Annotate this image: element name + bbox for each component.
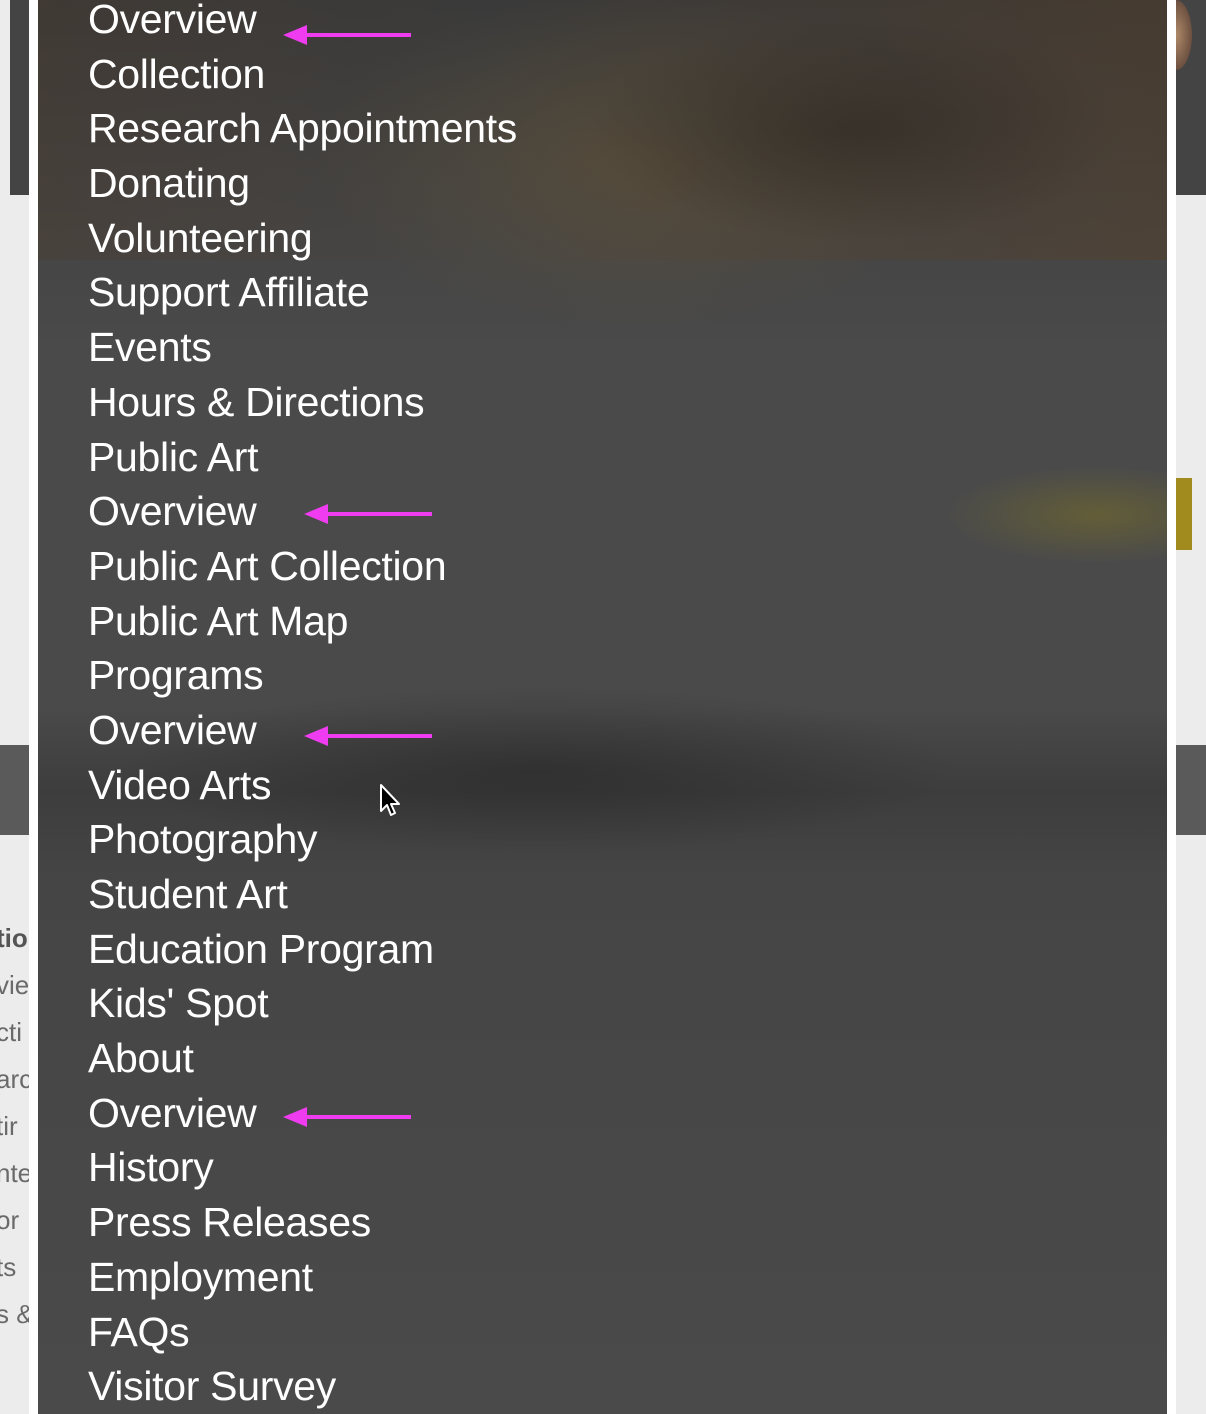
- menu-item-public-art[interactable]: Public Art: [88, 436, 517, 491]
- menu-item-collection[interactable]: Collection: [88, 53, 517, 108]
- background-partial-line: tir: [0, 1111, 18, 1141]
- menu-panel-background: Overview Collection Research Appointment…: [38, 0, 1167, 1414]
- background-partial-line: or: [0, 1205, 20, 1235]
- background-partial-text: tio vie cti arc tir nte or ts s &: [0, 915, 30, 1338]
- menu-item-photography[interactable]: Photography: [88, 818, 517, 873]
- background-page-strip: [10, 0, 30, 195]
- menu-item-support-affiliate[interactable]: Support Affiliate: [88, 271, 517, 326]
- menu-item-programs-overview[interactable]: Overview: [88, 709, 517, 764]
- annotation-arrow-left-icon: [304, 725, 434, 747]
- menu-item-about[interactable]: About: [88, 1037, 517, 1092]
- menu-item-events[interactable]: Events: [88, 326, 517, 381]
- menu-item-press-releases[interactable]: Press Releases: [88, 1201, 517, 1256]
- menu-item-history[interactable]: History: [88, 1146, 517, 1201]
- menu-item-public-art-map[interactable]: Public Art Map: [88, 600, 517, 655]
- menu-item-research-appointments[interactable]: Research Appointments: [88, 107, 517, 162]
- background-partial-heading: tio: [0, 923, 28, 953]
- menu-item-student-art[interactable]: Student Art: [88, 873, 517, 928]
- menu-item-education-program[interactable]: Education Program: [88, 928, 517, 983]
- background-partial-line: vie: [0, 970, 30, 1000]
- background-image-fragment: [1176, 0, 1192, 70]
- menu-item-kids-spot[interactable]: Kids' Spot: [88, 982, 517, 1037]
- background-page-band: [0, 745, 30, 835]
- mouse-pointer-icon: [379, 783, 403, 819]
- menu-item-employment[interactable]: Employment: [88, 1256, 517, 1311]
- menu-item-programs[interactable]: Programs: [88, 654, 517, 709]
- background-gold-accent: [1176, 478, 1192, 550]
- navigation-menu-panel: Overview Collection Research Appointment…: [29, 0, 1176, 1414]
- menu-item-public-art-collection[interactable]: Public Art Collection: [88, 545, 517, 600]
- menu-item-hours-directions[interactable]: Hours & Directions: [88, 381, 517, 436]
- background-partial-line: s &: [0, 1299, 30, 1329]
- background-partial-line: cti: [0, 1017, 22, 1047]
- background-partial-line: arc: [0, 1064, 30, 1094]
- menu-item-visitor-survey[interactable]: Visitor Survey: [88, 1365, 517, 1414]
- annotation-arrow-left-icon: [283, 1106, 413, 1128]
- menu-item-donating[interactable]: Donating: [88, 162, 517, 217]
- annotation-arrow-left-icon: [304, 503, 434, 525]
- menu-item-volunteering[interactable]: Volunteering: [88, 217, 517, 272]
- annotation-arrow-left-icon: [283, 24, 413, 46]
- menu-item-public-art-overview[interactable]: Overview: [88, 490, 517, 545]
- navigation-menu-list: Overview Collection Research Appointment…: [88, 0, 517, 1414]
- menu-item-faqs[interactable]: FAQs: [88, 1311, 517, 1366]
- background-page-band-right: [1176, 745, 1206, 835]
- background-partial-line: nte: [0, 1158, 30, 1188]
- menu-item-video-arts[interactable]: Video Arts: [88, 764, 517, 819]
- background-partial-line: ts: [0, 1252, 17, 1282]
